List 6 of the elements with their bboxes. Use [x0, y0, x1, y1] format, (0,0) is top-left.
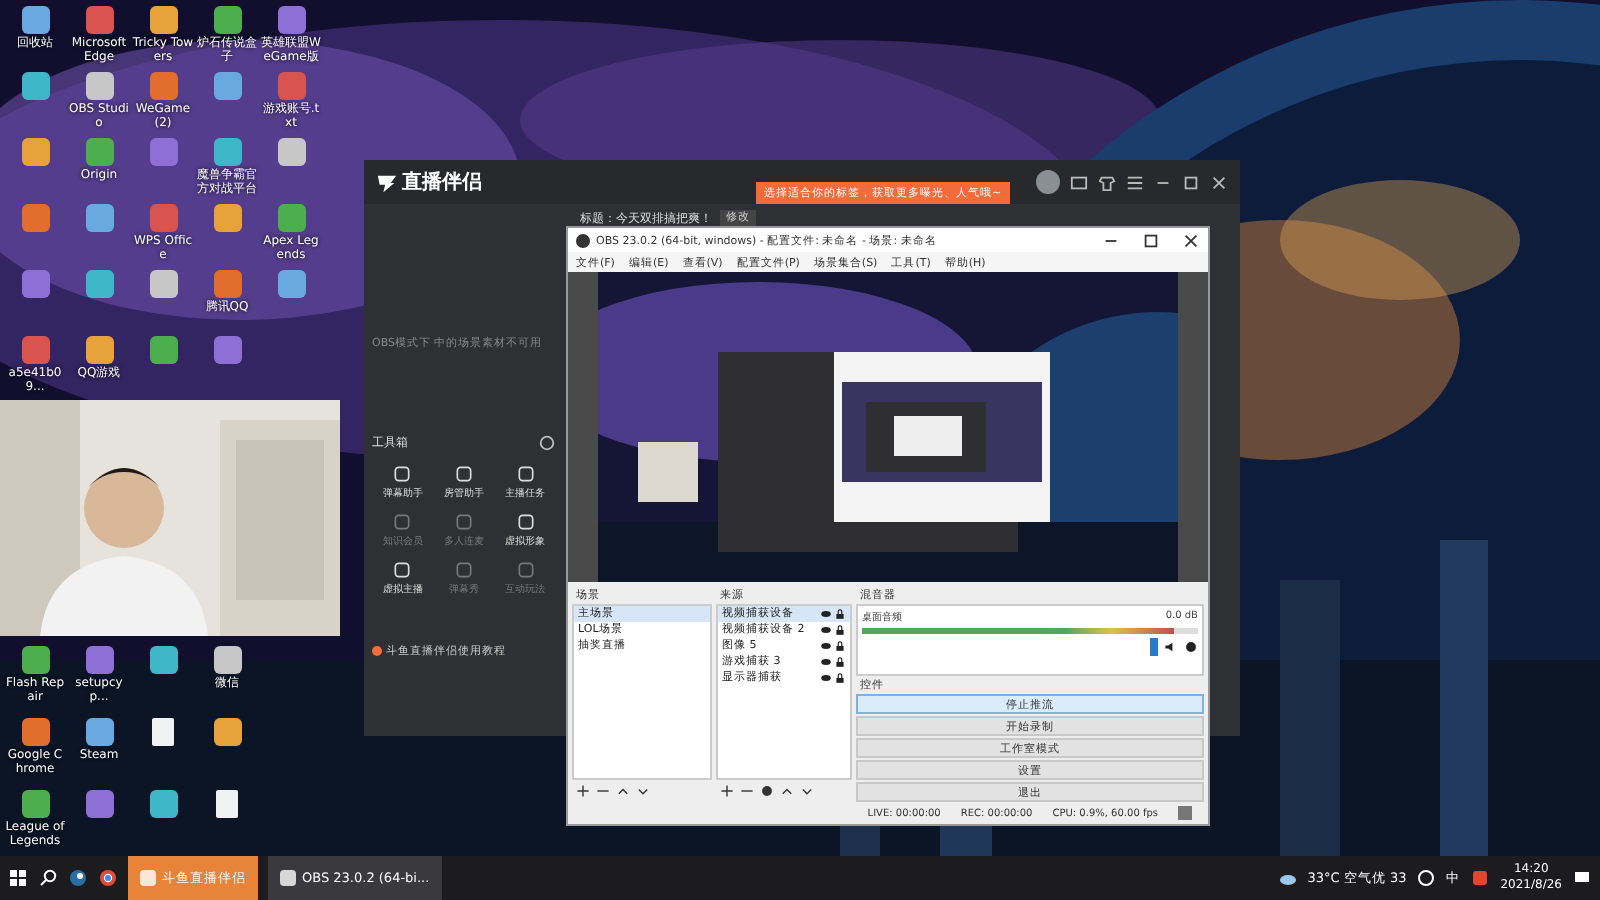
- notification-icon[interactable]: [1572, 868, 1592, 888]
- search-icon[interactable]: [38, 868, 58, 888]
- app-tray-icon[interactable]: [1470, 868, 1491, 888]
- steam-icon[interactable]: [68, 868, 88, 888]
- chrome-icon[interactable]: [98, 868, 118, 888]
- windows-start-icon[interactable]: [8, 868, 28, 888]
